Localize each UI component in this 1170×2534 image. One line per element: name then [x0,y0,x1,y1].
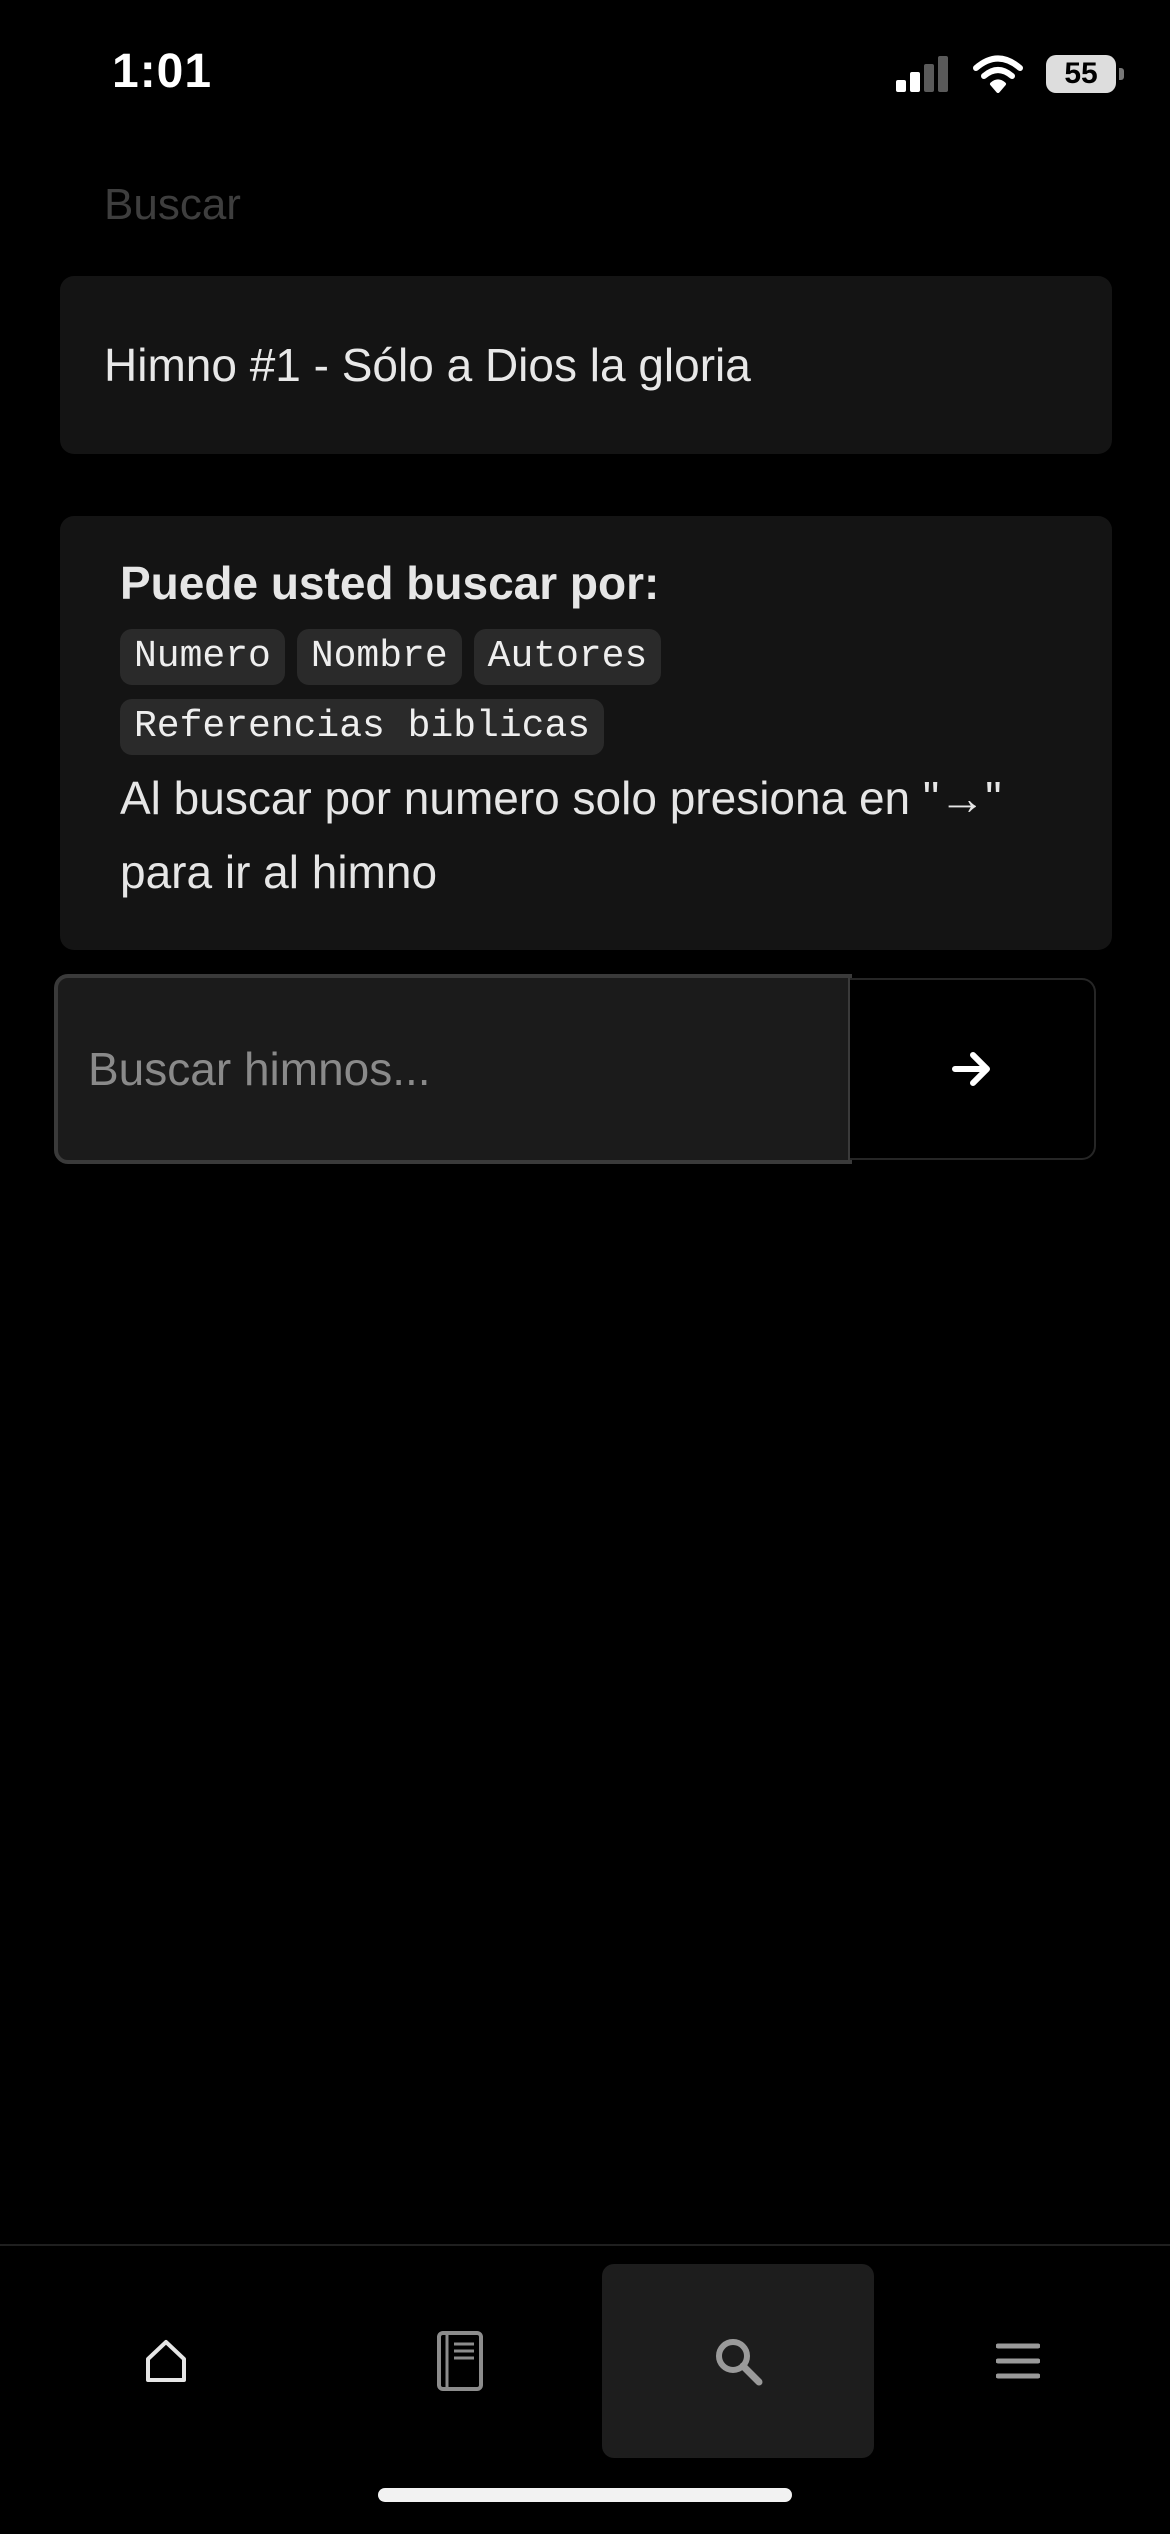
search-help-card: Puede usted buscar por: Numero Nombre Au… [60,516,1112,950]
search-help-note: Al buscar por numero solo presiona en "→… [120,772,1002,899]
status-time: 1:01 [112,45,213,98]
hymnal-book-icon [437,2331,483,2391]
search-icon [716,2339,763,2386]
tag-nombre: Nombre [296,629,462,686]
cellular-signal-icon [896,56,948,92]
status-bar: 1:01 55 [0,0,1170,150]
battery-tip [1119,68,1124,80]
home-icon [146,2340,186,2382]
go-to-hymn-button[interactable] [850,978,1096,1160]
wifi-icon [973,55,1023,93]
search-input[interactable] [54,974,852,1164]
hymn-result-label: Himno #1 - Sólo a Dios la gloria [104,339,751,391]
tag-referencias-biblicas: Referencias biblicas [120,699,605,756]
page-title: Buscar [104,180,241,229]
tag-autores: Autores [473,629,662,686]
arrow-right-icon [952,1052,990,1086]
tag-numero: Numero [120,629,285,686]
menu-icon [996,2343,1040,2379]
status-icons: 55 [896,50,1124,98]
battery-icon: 55 [1046,55,1124,93]
tab-home[interactable] [30,2264,302,2458]
tab-menu[interactable] [882,2264,1154,2458]
search-criteria-tags: Numero Nombre Autores Referencias biblic… [120,629,880,756]
home-indicator[interactable] [378,2488,792,2502]
battery-level: 55 [1064,57,1098,90]
hymn-result-item[interactable]: Himno #1 - Sólo a Dios la gloria [60,276,1112,454]
tab-search[interactable] [602,2264,874,2458]
search-row [54,974,1096,1164]
tab-hymnal[interactable] [324,2264,596,2458]
search-help-heading: Puede usted buscar por: [120,557,660,609]
